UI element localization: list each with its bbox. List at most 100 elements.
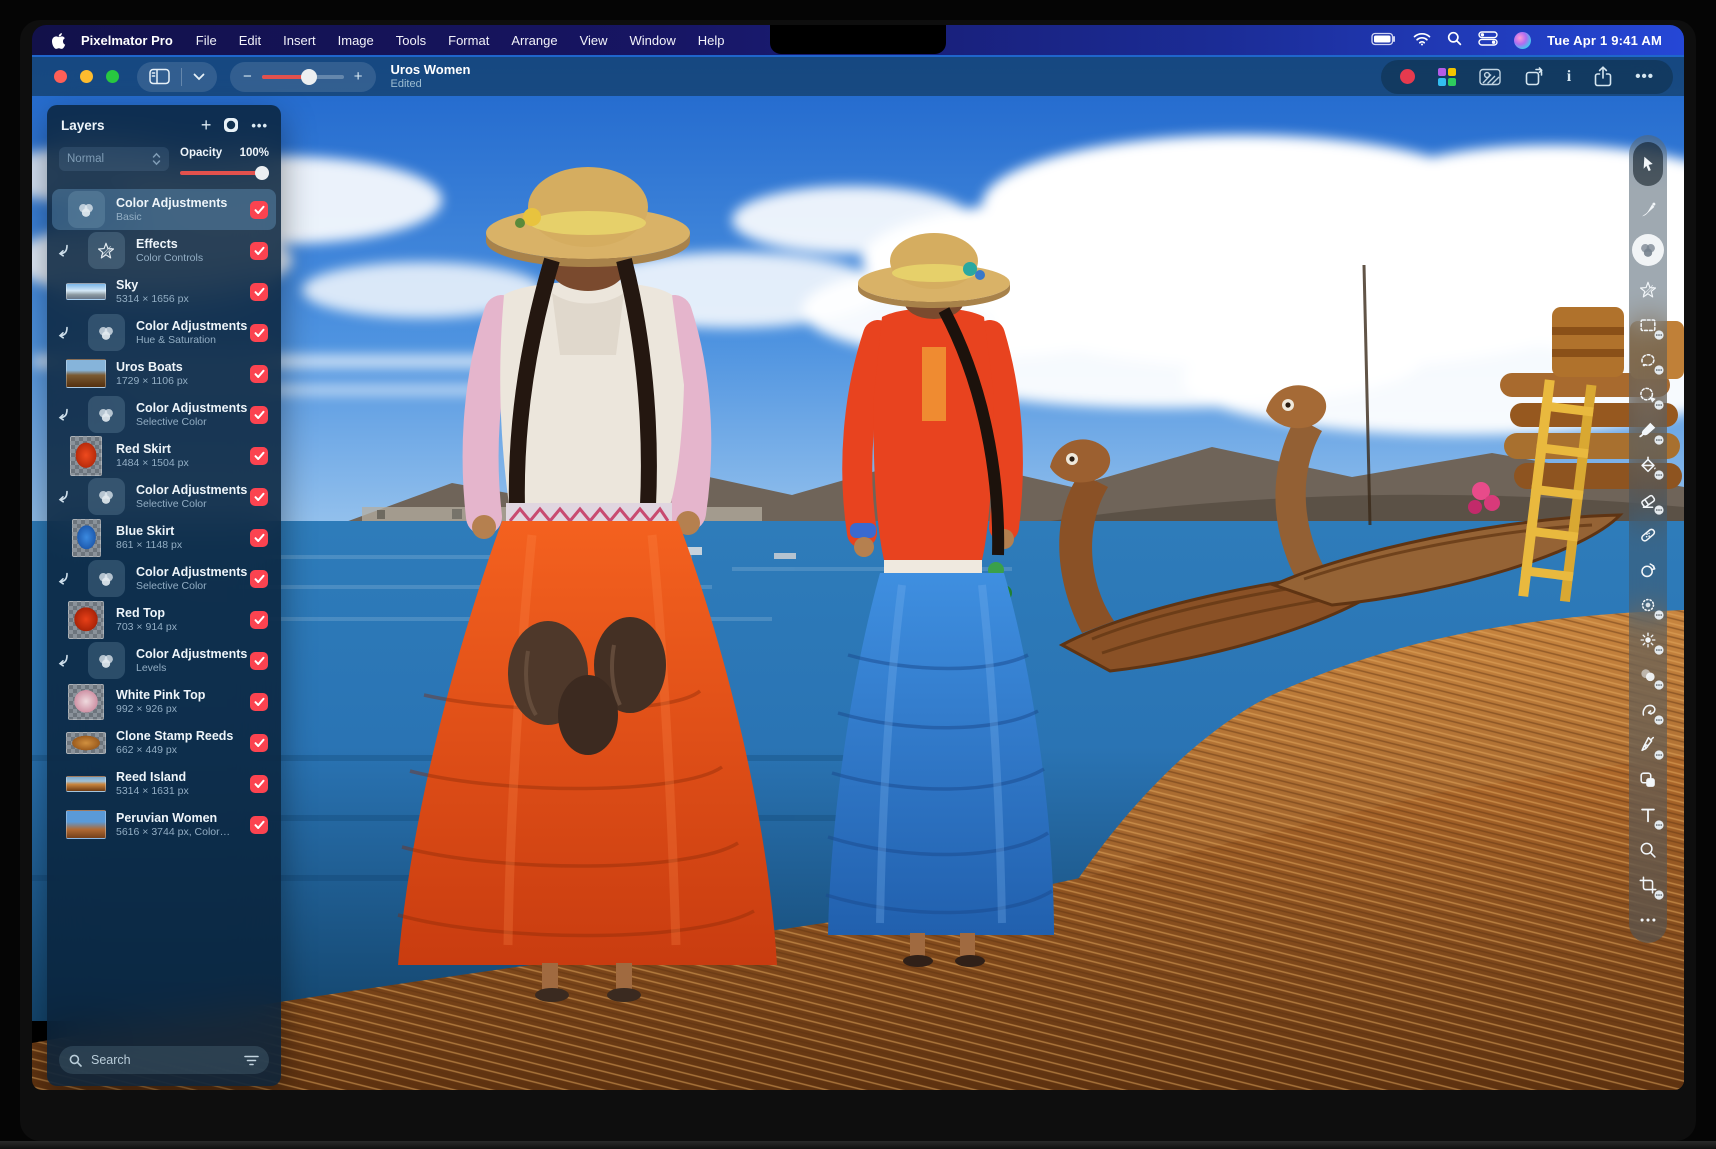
menu-edit[interactable]: Edit (228, 33, 272, 48)
effects-tool[interactable] (1637, 279, 1659, 301)
menu-format[interactable]: Format (437, 33, 500, 48)
sidebar-chevron-icon[interactable] (193, 73, 205, 81)
type-tool[interactable] (1637, 804, 1659, 826)
layer-visibility-checkbox[interactable] (250, 365, 268, 383)
zoom-window-button[interactable] (106, 70, 119, 83)
blend-mode-select[interactable]: Normal (59, 147, 169, 171)
layer-row-color-adjustments[interactable]: Color AdjustmentsBasic (52, 189, 276, 230)
layer-row-red-skirt[interactable]: Red Skirt1484 × 1504 px (52, 435, 276, 476)
more-options-button[interactable]: ••• (1635, 68, 1654, 85)
sharpen-tool[interactable] (1637, 629, 1659, 651)
layer-row-white-pink-top[interactable]: White Pink Top992 × 926 px (52, 681, 276, 722)
layer-visibility-checkbox[interactable] (250, 611, 268, 629)
free-select-tool[interactable] (1637, 349, 1659, 371)
control-center-icon[interactable] (1478, 31, 1498, 49)
layer-row-uros-boats[interactable]: Uros Boats1729 × 1106 px (52, 353, 276, 394)
style-tool[interactable] (1637, 199, 1659, 221)
menu-app-name[interactable]: Pixelmator Pro (81, 33, 173, 48)
layer-visibility-checkbox[interactable] (250, 201, 268, 219)
menu-file[interactable]: File (185, 33, 228, 48)
effects-button[interactable] (1479, 68, 1501, 86)
opacity-slider[interactable] (180, 166, 269, 180)
layer-row-color-adjustments[interactable]: Color AdjustmentsHue & Saturation (52, 312, 276, 353)
layer-visibility-checkbox[interactable] (250, 570, 268, 588)
layer-visibility-checkbox[interactable] (250, 488, 268, 506)
wifi-icon[interactable] (1413, 32, 1431, 49)
spotlight-search-icon[interactable] (1447, 31, 1462, 49)
repair-tool[interactable] (1637, 524, 1659, 546)
add-layer-button[interactable]: + (201, 116, 212, 134)
soften-tool[interactable] (1637, 594, 1659, 616)
layer-visibility-checkbox[interactable] (250, 816, 268, 834)
menu-insert[interactable]: Insert (272, 33, 327, 48)
menu-clock[interactable]: Tue Apr 1 9:41 AM (1547, 33, 1662, 48)
info-button[interactable]: i (1567, 68, 1571, 86)
add-mask-button[interactable] (223, 117, 239, 133)
menu-image[interactable]: Image (327, 33, 385, 48)
battery-icon[interactable] (1371, 32, 1397, 49)
color-swatches-button[interactable] (1438, 68, 1456, 86)
layer-visibility-checkbox[interactable] (250, 652, 268, 670)
smudge-tool[interactable] (1637, 664, 1659, 686)
layer-row-reed-island[interactable]: Reed Island5314 × 1631 px (52, 763, 276, 804)
zoom-slider[interactable] (262, 75, 344, 79)
erase-tool[interactable] (1637, 489, 1659, 511)
pen-tool[interactable] (1637, 734, 1659, 756)
menu-help[interactable]: Help (687, 33, 736, 48)
layer-row-effects[interactable]: EffectsColor Controls (52, 230, 276, 271)
warp-tool[interactable] (1637, 699, 1659, 721)
opacity-slider-knob[interactable] (255, 166, 269, 180)
canvas-size-button[interactable] (1524, 67, 1544, 87)
layer-row-color-adjustments[interactable]: Color AdjustmentsSelective Color (52, 558, 276, 599)
quick-select-tool[interactable] (1637, 384, 1659, 406)
close-button[interactable] (54, 70, 67, 83)
apple-menu-icon[interactable] (46, 32, 73, 49)
crop-tool[interactable] (1637, 874, 1659, 896)
layer-visibility-checkbox[interactable] (250, 283, 268, 301)
search-input[interactable] (89, 1052, 237, 1068)
layer-row-peruvian-women[interactable]: Peruvian Women5616 × 3744 px, Color Adju… (52, 804, 276, 845)
layer-row-color-adjustments[interactable]: Color AdjustmentsSelective Color (52, 394, 276, 435)
layer-visibility-checkbox[interactable] (250, 529, 268, 547)
more-tools[interactable] (1637, 909, 1659, 931)
layer-row-clone-stamp-reeds[interactable]: Clone Stamp Reeds662 × 449 px (52, 722, 276, 763)
layer-row-blue-skirt[interactable]: Blue Skirt861 × 1148 px (52, 517, 276, 558)
record-indicator[interactable] (1400, 69, 1415, 84)
paint-tool[interactable] (1637, 419, 1659, 441)
sidebar-toggle-icon[interactable] (149, 68, 170, 85)
menu-view[interactable]: View (569, 33, 619, 48)
layers-options-button[interactable]: ••• (251, 118, 268, 133)
layer-visibility-checkbox[interactable] (250, 406, 268, 424)
layer-visibility-checkbox[interactable] (250, 693, 268, 711)
shapes-tool[interactable] (1637, 769, 1659, 791)
zoom-tool[interactable] (1637, 839, 1659, 861)
layer-row-red-top[interactable]: Red Top703 × 914 px (52, 599, 276, 640)
arrange-tool[interactable] (1633, 142, 1663, 186)
filter-icon[interactable] (244, 1055, 259, 1066)
layer-visibility-checkbox[interactable] (250, 775, 268, 793)
clipping-mask-arrow-icon (55, 490, 77, 503)
layer-visibility-checkbox[interactable] (250, 242, 268, 260)
layer-thumbnail (66, 190, 106, 230)
rect-select-tool[interactable] (1637, 314, 1659, 336)
layer-row-sky[interactable]: Sky5314 × 1656 px (52, 271, 276, 312)
menu-window[interactable]: Window (619, 33, 687, 48)
layer-row-color-adjustments[interactable]: Color AdjustmentsLevels (52, 640, 276, 681)
minimize-button[interactable] (80, 70, 93, 83)
layer-visibility-checkbox[interactable] (250, 447, 268, 465)
zoom-slider-knob[interactable] (301, 69, 317, 85)
share-button[interactable] (1594, 66, 1612, 87)
zoom-in-button[interactable]: + (354, 68, 363, 85)
siri-icon[interactable] (1514, 32, 1531, 49)
layer-visibility-checkbox[interactable] (250, 734, 268, 752)
layer-visibility-checkbox[interactable] (250, 324, 268, 342)
fill-tool[interactable] (1637, 454, 1659, 476)
tool-options-badge (1654, 750, 1664, 760)
menu-arrange[interactable]: Arrange (500, 33, 568, 48)
zoom-out-button[interactable]: − (243, 68, 252, 85)
tool-options-badge (1654, 470, 1664, 480)
color-adjustments-tool[interactable] (1632, 234, 1664, 266)
menu-tools[interactable]: Tools (385, 33, 437, 48)
clone-tool[interactable] (1637, 559, 1659, 581)
layer-row-color-adjustments[interactable]: Color AdjustmentsSelective Color (52, 476, 276, 517)
